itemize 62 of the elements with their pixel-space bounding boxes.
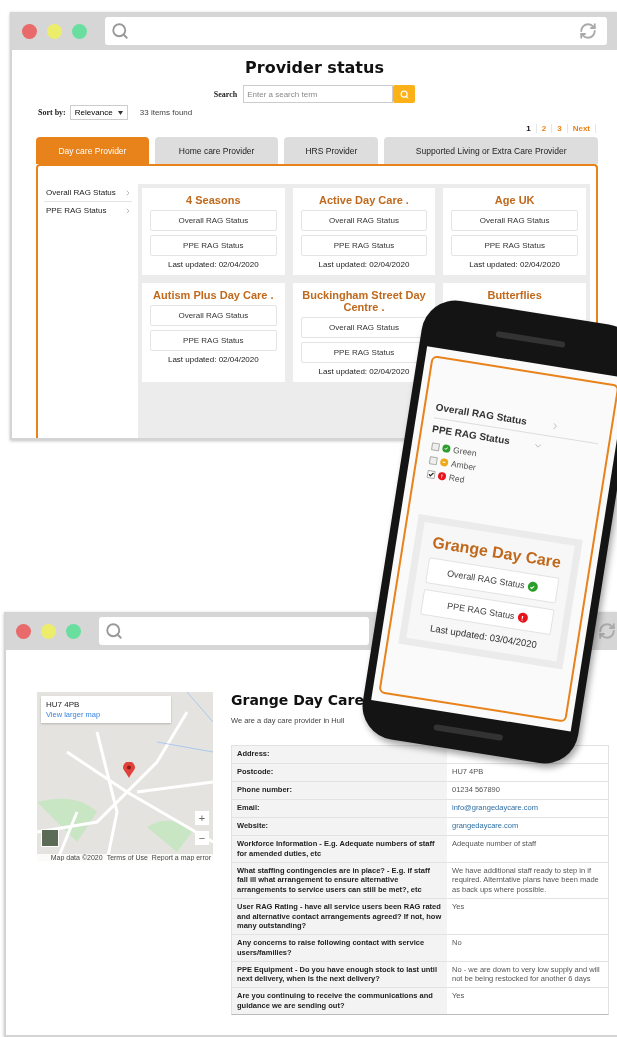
status-label: PPE RAG Status <box>300 235 428 257</box>
checkbox[interactable] <box>426 469 436 480</box>
zoom-button[interactable]: − <box>195 831 209 845</box>
last-updated: Last updated: 02/04/2020 <box>318 260 410 270</box>
map-thumbnail[interactable] <box>41 829 59 847</box>
last-updated: Last updated: 03/04/2020 <box>429 622 538 651</box>
refresh-icon[interactable] <box>579 22 597 40</box>
status-text: PPE RAG Status <box>446 600 516 622</box>
option-label: Red <box>448 472 466 485</box>
maximize-dot[interactable] <box>72 23 87 39</box>
map-postcode: HU7 4PB <box>46 700 81 709</box>
status-text: Overall RAG Status <box>446 568 526 591</box>
last-updated: Last updated: 02/04/2020 <box>167 355 259 365</box>
minimize-dot[interactable] <box>47 23 62 39</box>
filter-item[interactable]: PPE RAG Status <box>431 423 511 447</box>
status-label: Overall RAG Status <box>150 305 277 327</box>
checkbox[interactable] <box>428 456 438 466</box>
minimize-dot[interactable] <box>41 623 56 639</box>
option-label: Green <box>452 444 478 459</box>
provider-name[interactable]: Buckingham Street Day Centre . <box>300 289 428 314</box>
caret-icon <box>117 110 123 115</box>
provider-name[interactable]: Age UK <box>494 194 535 207</box>
results-count: 33 items found <box>139 108 193 117</box>
option-label: Amber <box>450 458 477 473</box>
tab[interactable]: HRS Provider <box>284 137 379 164</box>
address-bar[interactable] <box>99 617 369 645</box>
search-label: Search <box>213 89 238 99</box>
refresh-icon[interactable] <box>598 622 616 640</box>
provider-title: Grange Day Care <box>231 692 365 708</box>
maximize-dot[interactable] <box>66 623 81 639</box>
zoom-button[interactable]: + <box>195 811 209 825</box>
filter-item[interactable]: PPE RAG Status <box>46 206 107 215</box>
status-label: Overall RAG Status <box>451 210 578 232</box>
filter-item[interactable]: Overall RAG Status <box>46 188 116 197</box>
tab[interactable]: Supported Living or Extra Care Provider <box>384 137 598 164</box>
sort-label: Sort by: <box>38 108 66 117</box>
search-field[interactable]: Enter a search term <box>243 85 394 103</box>
page-link[interactable]: 1 <box>521 124 537 133</box>
close-dot[interactable] <box>16 623 31 639</box>
status-label: Overall RAG Status <box>300 210 428 232</box>
provider-name[interactable]: Butterflies <box>487 289 542 302</box>
search-icon <box>105 622 123 640</box>
tab[interactable]: Home care Provider <box>154 137 279 164</box>
search-button[interactable] <box>393 85 416 103</box>
status-label: Overall RAG Status <box>150 210 277 232</box>
address-bar[interactable] <box>105 17 607 45</box>
provider-name[interactable]: 4 Seasons <box>186 194 241 207</box>
status-label: PPE RAG Status <box>150 330 277 352</box>
sort-dropdown[interactable]: Relevance <box>69 105 128 120</box>
search-icon <box>111 22 129 40</box>
provider-name[interactable]: Active Day Care . <box>319 194 409 207</box>
status-label: PPE RAG Status <box>451 235 578 257</box>
last-updated: Last updated: 02/04/2020 <box>167 260 259 270</box>
last-updated: Last updated: 02/04/2020 <box>469 260 561 270</box>
close-dot[interactable] <box>22 23 37 39</box>
last-updated: Last updated: 02/04/2020 <box>318 367 410 377</box>
page-title: Provider status <box>245 58 384 77</box>
provider-name[interactable]: Autism Plus Day Care . <box>153 289 274 302</box>
checkbox[interactable] <box>430 442 441 452</box>
map-pin-icon <box>123 762 135 778</box>
search-icon <box>399 89 409 99</box>
status-label: PPE RAG Status <box>150 235 277 257</box>
